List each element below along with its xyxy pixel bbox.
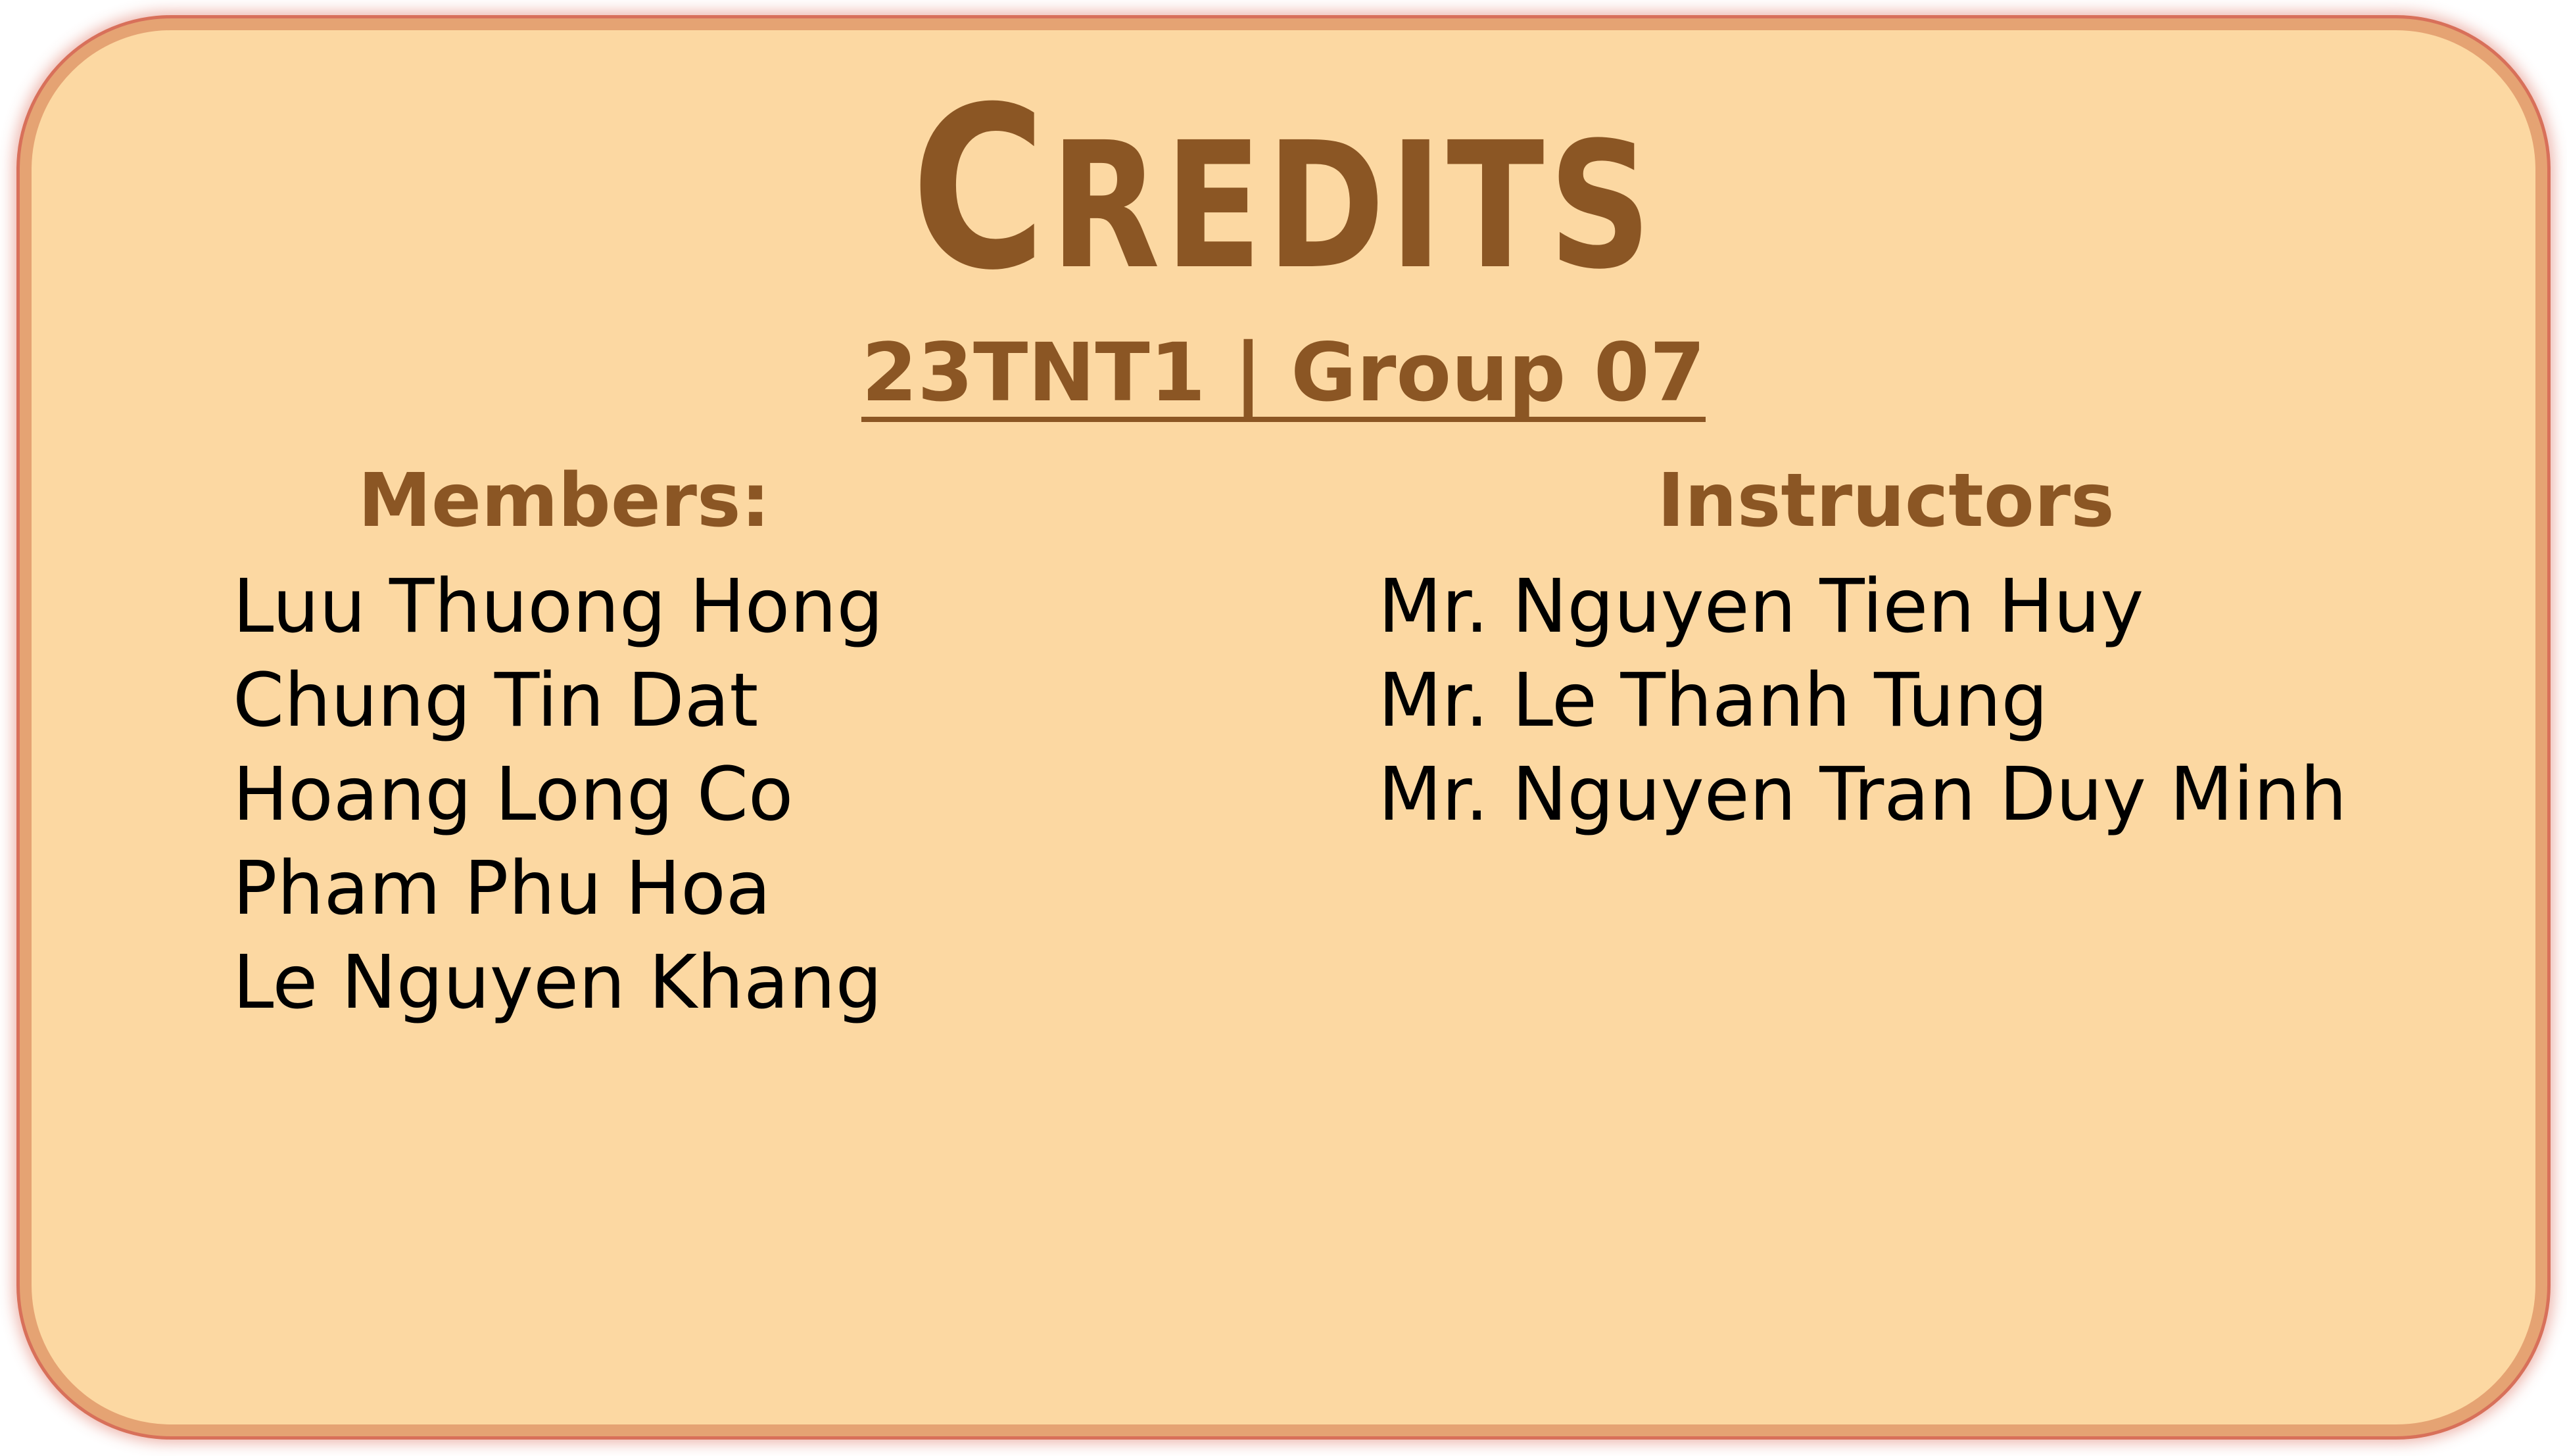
instructor-name: Mr. Le Thanh Tung <box>1378 658 2048 743</box>
member-name: Luu Thuong Hong <box>233 564 884 649</box>
instructors-list: Mr. Nguyen Tien Huy Mr. Le Thanh Tung Mr… <box>1378 560 2347 842</box>
members-list: Luu Thuong Hong Chung Tin Dat Hoang Long… <box>233 560 883 1030</box>
member-name: Hoang Long Co <box>233 752 794 837</box>
member-name: Pham Phu Hoa <box>233 846 771 931</box>
class-group-subtitle: 23TNT1 | Group 07 <box>32 333 2535 422</box>
credits-panel: CREDITS 23TNT1 | Group 07 Members: Luu T… <box>20 18 2547 1436</box>
member-name: Chung Tin Dat <box>233 658 759 743</box>
class-group-label: 23TNT1 | Group 07 <box>861 333 1706 422</box>
credits-title: CREDITS <box>911 59 1656 319</box>
member-name: Le Nguyen Khang <box>233 940 882 1025</box>
instructor-name: Mr. Nguyen Tran Duy Minh <box>1378 752 2347 837</box>
members-heading: Members: <box>358 458 771 544</box>
instructor-name: Mr. Nguyen Tien Huy <box>1378 564 2144 649</box>
instructors-heading: Instructors <box>1657 458 2115 544</box>
